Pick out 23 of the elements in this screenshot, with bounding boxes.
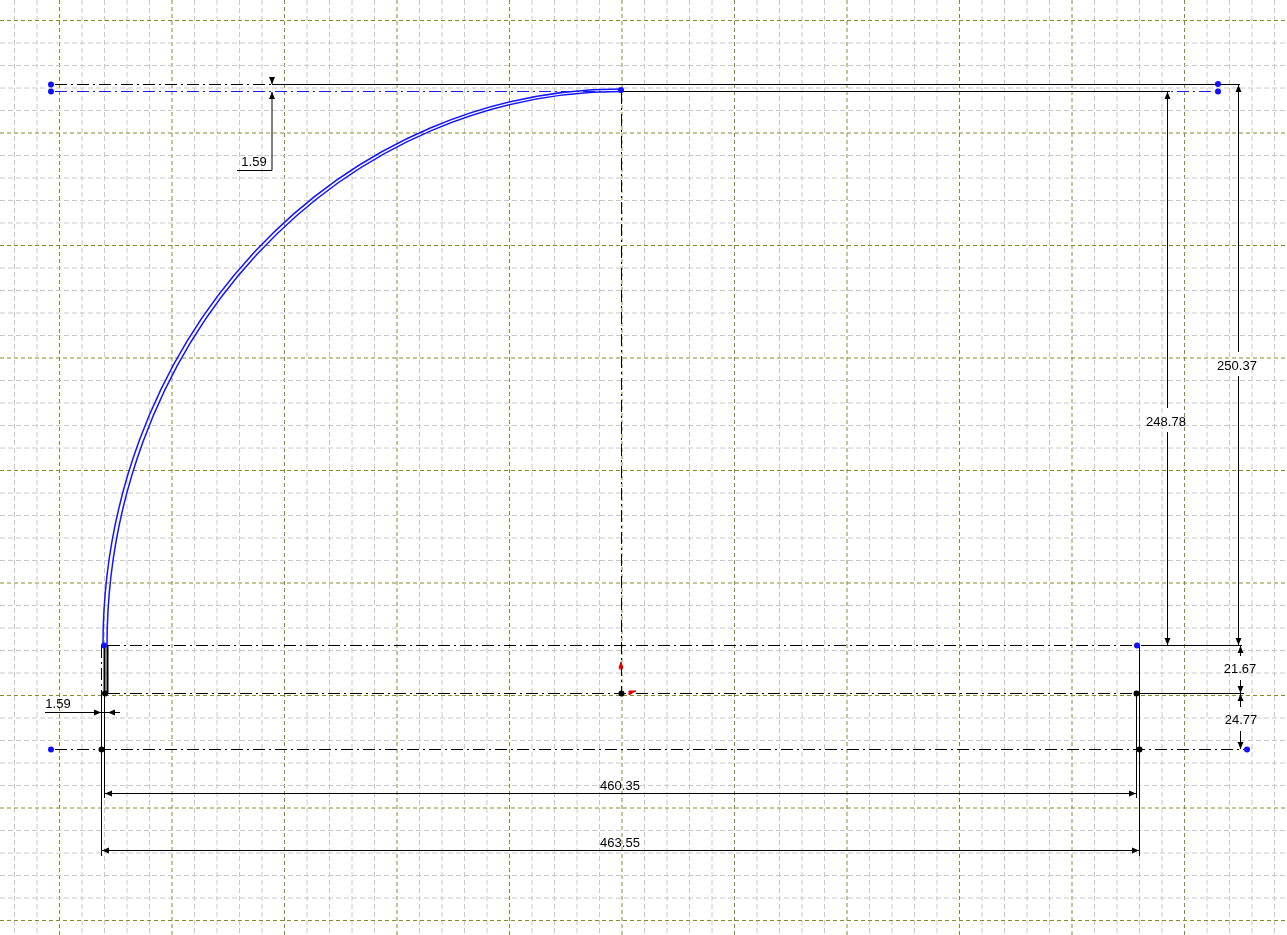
dimension-value[interactable]: 1.59 bbox=[45, 696, 71, 711]
dimension-value[interactable]: 248.78 bbox=[1146, 414, 1186, 429]
dimension-value[interactable]: 250.37 bbox=[1217, 358, 1257, 373]
sketch-point[interactable] bbox=[1215, 81, 1221, 87]
dimension-value[interactable]: 463.55 bbox=[600, 835, 640, 850]
sketch-point[interactable] bbox=[1215, 88, 1221, 95]
origin-axes-icon bbox=[618, 661, 637, 696]
sketch-point[interactable] bbox=[1133, 690, 1140, 697]
dimension-value[interactable]: 460.35 bbox=[600, 778, 640, 793]
dimension-value[interactable]: 1.59 bbox=[241, 154, 267, 169]
dimension-value[interactable]: 24.77 bbox=[1224, 712, 1258, 727]
sketch-point[interactable] bbox=[1136, 746, 1143, 753]
sketch-point[interactable] bbox=[1134, 642, 1140, 649]
sketch-point[interactable] bbox=[618, 87, 624, 93]
sketch-point[interactable] bbox=[48, 81, 54, 88]
sketch-point[interactable] bbox=[48, 88, 54, 95]
sketch-point[interactable] bbox=[98, 746, 105, 753]
sketch-point[interactable] bbox=[618, 690, 625, 697]
sketch-point[interactable] bbox=[1244, 746, 1250, 753]
dimension-value[interactable]: 21.67 bbox=[1223, 661, 1257, 676]
sketch-point[interactable] bbox=[101, 642, 107, 649]
sketch-point[interactable] bbox=[102, 690, 108, 697]
sketch-point[interactable] bbox=[48, 746, 54, 753]
